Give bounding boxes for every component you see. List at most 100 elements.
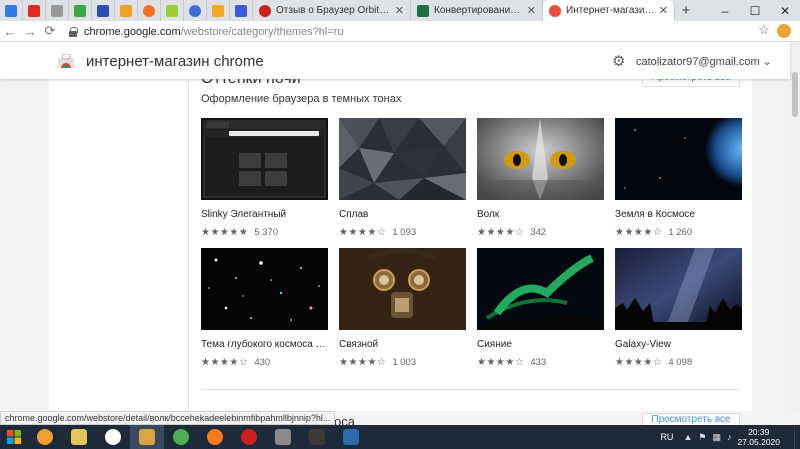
theme-card[interactable]: Slinky Элегантный ★★★★★ 5 370 xyxy=(201,118,328,238)
pinned-tab-orange[interactable] xyxy=(138,0,161,21)
volume-icon[interactable]: ♪ xyxy=(727,432,732,442)
close-icon[interactable]: ✕ xyxy=(395,4,404,17)
pinned-tab-download[interactable] xyxy=(0,0,23,21)
minimize-button[interactable]: – xyxy=(710,0,740,21)
taskbar-yandex[interactable] xyxy=(96,425,130,449)
taskbar-photo[interactable] xyxy=(130,425,164,449)
section-title: Оттенки ночи xyxy=(201,79,301,88)
pinned-tab-orangebar[interactable] xyxy=(207,0,230,21)
account-menu[interactable]: catolizator97@gmail.com ⌄ xyxy=(636,55,772,68)
close-icon[interactable]: ✕ xyxy=(527,4,536,17)
tab-convert[interactable]: Конвертирование изображ ✕ xyxy=(411,0,543,21)
chart-icon xyxy=(120,4,132,17)
pinned-tab-youtube[interactable] xyxy=(23,0,46,21)
show-desktop-button[interactable] xyxy=(794,425,800,449)
gear-icon[interactable]: ⚙ xyxy=(612,52,625,70)
section-divider xyxy=(201,389,740,390)
theme-thumbnail[interactable] xyxy=(201,248,328,330)
theme-thumbnail[interactable] xyxy=(339,118,466,200)
scrollbar-thumb[interactable] xyxy=(792,72,798,117)
theme-name[interactable]: Связной xyxy=(339,339,466,350)
tab-orbitum[interactable]: Отзыв о Браузер Orbitum | Б ✕ xyxy=(253,0,411,21)
pinned-tab-bluecircle[interactable] xyxy=(184,0,207,21)
nox-icon xyxy=(309,429,325,445)
maximize-button[interactable]: ☐ xyxy=(740,0,770,21)
reload-icon[interactable]: ⟳ xyxy=(40,23,60,39)
orange-app-icon xyxy=(143,4,155,17)
rating-count: 1 003 xyxy=(392,357,417,368)
theme-card[interactable]: Сплав ★★★★☆ 1 093 xyxy=(339,118,466,238)
flag-icon[interactable]: ⚑ xyxy=(698,432,706,443)
theme-thumbnail[interactable] xyxy=(339,248,466,330)
android-icon xyxy=(166,4,178,17)
theme-name[interactable]: Slinky Элегантный xyxy=(201,209,328,220)
theme-thumbnail[interactable] xyxy=(615,118,742,200)
store-header: интернет-магазин chrome ⚙ catolizator97@… xyxy=(0,42,790,79)
back-icon[interactable]: ← xyxy=(0,24,20,39)
theme-name[interactable]: Galaxy-View xyxy=(615,339,742,350)
rating-stars: ★★★★☆ xyxy=(615,227,663,238)
rating-count: 1 093 xyxy=(392,227,417,238)
see-all-button-2[interactable]: Просмотреть все xyxy=(642,413,740,425)
theme-card[interactable]: Волк ★★★★☆ 342 xyxy=(477,118,604,238)
pinned-tab-blue[interactable] xyxy=(92,0,115,21)
theme-thumbnail[interactable] xyxy=(615,248,742,330)
theme-rating: ★★★★☆ 1 003 xyxy=(339,357,466,368)
taskbar-opera[interactable] xyxy=(232,425,266,449)
theme-name[interactable]: Земля в Космосе xyxy=(615,209,742,220)
theme-name[interactable]: Сияние xyxy=(477,339,604,350)
close-window-button[interactable]: ✕ xyxy=(770,0,800,21)
bookmark-star-icon[interactable]: ☆ xyxy=(758,22,770,38)
rating-stars: ★★★★☆ xyxy=(339,227,387,238)
taskbar-media-player[interactable] xyxy=(28,425,62,449)
rating-count: 1 260 xyxy=(668,227,693,238)
account-email: catolizator97@gmail.com xyxy=(636,56,760,68)
pinned-tab-green[interactable] xyxy=(69,0,92,21)
pinned-tab-bluesq[interactable] xyxy=(230,0,253,21)
tab-webstore[interactable]: Интернет-магазин Chrome ✕ xyxy=(543,0,675,21)
theme-thumbnail[interactable] xyxy=(477,118,604,200)
theme-name[interactable]: Сплав xyxy=(339,209,466,220)
taskbar-firefox[interactable] xyxy=(198,425,232,449)
tab-strip: Отзыв о Браузер Orbitum | Б ✕ Конвертиро… xyxy=(0,0,800,21)
language-indicator[interactable]: RU xyxy=(660,432,673,442)
new-tab-button[interactable]: + xyxy=(675,0,697,21)
store-title[interactable]: интернет-магазин chrome xyxy=(86,53,264,70)
theme-card[interactable]: Тема глубокого космоса в че... ★★★★☆ 430 xyxy=(201,248,328,368)
blue-circle-icon xyxy=(189,4,201,17)
clock-time: 20:39 xyxy=(748,427,770,437)
webstore-logo-icon[interactable] xyxy=(58,54,74,68)
theme-rating: ★★★★☆ 1 260 xyxy=(615,227,742,238)
theme-card[interactable]: Земля в Космосе ★★★★☆ 1 260 xyxy=(615,118,742,238)
app-icon xyxy=(275,429,291,445)
yandex-icon xyxy=(105,429,121,445)
theme-card[interactable]: Связной ★★★★☆ 1 003 xyxy=(339,248,466,368)
chevron-up-icon[interactable]: ▲ xyxy=(683,432,692,442)
theme-name[interactable]: Волк xyxy=(477,209,604,220)
theme-thumbnail[interactable] xyxy=(477,248,604,330)
network-icon[interactable]: ▦ xyxy=(712,432,721,443)
pinned-tab-back[interactable] xyxy=(46,0,69,21)
close-icon[interactable]: ✕ xyxy=(659,4,668,17)
taskbar-folder[interactable] xyxy=(62,425,96,449)
address-bar[interactable]: chrome.google.com/webstore/category/them… xyxy=(68,23,768,40)
gear-app-icon xyxy=(343,429,359,445)
theme-card[interactable]: Galaxy-View ★★★★☆ 4 098 xyxy=(615,248,742,368)
rating-count: 342 xyxy=(530,227,547,238)
profile-avatar[interactable] xyxy=(777,24,791,38)
status-bar-url: chrome.google.com/webstore/detail/волк/b… xyxy=(0,411,336,425)
clock[interactable]: 20:39 27.05.2020 xyxy=(737,427,780,447)
pinned-tab-chart[interactable] xyxy=(115,0,138,21)
back-arrow-icon xyxy=(51,4,63,17)
start-button[interactable] xyxy=(0,425,28,449)
theme-section-dark: Оттенки ночи Просмотреть все Оформление … xyxy=(189,79,752,411)
forward-icon[interactable]: → xyxy=(20,24,40,39)
pinned-tab-android[interactable] xyxy=(161,0,184,21)
theme-name[interactable]: Тема глубокого космоса в че... xyxy=(201,339,328,350)
taskbar-chrome[interactable] xyxy=(164,425,198,449)
see-all-button[interactable]: Просмотреть все xyxy=(642,79,740,87)
rating-count: 433 xyxy=(530,357,547,368)
opera-icon xyxy=(259,4,271,17)
theme-thumbnail[interactable] xyxy=(201,118,328,200)
theme-card[interactable]: Сияние ★★★★☆ 433 xyxy=(477,248,604,368)
